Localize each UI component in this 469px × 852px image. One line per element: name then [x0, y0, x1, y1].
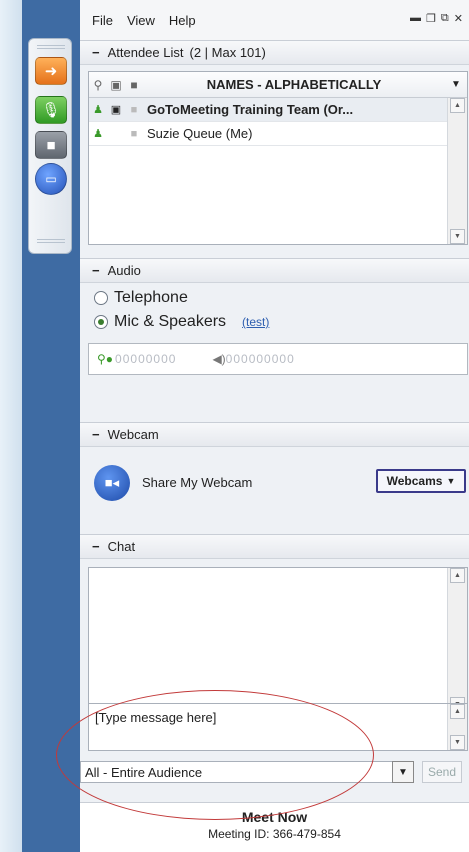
audio-levels: ⚲● 00000000 ◀) 000000000: [88, 343, 468, 375]
window-controls: ▬ ❐ ⧉ ✕: [410, 12, 463, 25]
meeting-id: Meeting ID: 366-479-854: [208, 827, 341, 841]
speaker-icon: ♟: [93, 128, 103, 140]
attendee-title: Attendee List: [107, 45, 184, 60]
grab-tab[interactable]: ➜ 🎙 ■ ▭: [28, 38, 72, 254]
scroll-up-icon[interactable]: ▲: [450, 568, 465, 583]
message-placeholder: [Type message here]: [95, 710, 217, 725]
webcams-label: Webcams: [386, 474, 443, 488]
names-sort-header[interactable]: NAMES - ALPHABETICALLY: [143, 77, 445, 92]
webcams-dropdown[interactable]: Webcams ▼: [376, 469, 466, 493]
attendee-columns: ⚲ ▣ ■ NAMES - ALPHABETICALLY ▼: [89, 72, 467, 98]
audio-title: Audio: [107, 263, 141, 278]
collapse-icon[interactable]: −: [92, 539, 100, 554]
webcam-title: Webcam: [107, 427, 159, 442]
attendee-list: ⚲ ▣ ■ NAMES - ALPHABETICALLY ▼ ♟ ▣ ■ GoT…: [88, 71, 468, 245]
attendee-name: GoToMeeting Training Team (Or...: [147, 102, 354, 117]
webcam-header[interactable]: − Webcam: [80, 423, 469, 447]
attendee-count: (2 | Max 101): [189, 45, 266, 60]
send-button[interactable]: Send: [422, 761, 462, 783]
telephone-radio[interactable]: [94, 291, 108, 305]
audience-select[interactable]: All - Entire Audience: [80, 761, 412, 783]
chat-section: − Chat ▲ ▼ [Type message here] ▲ ▼ All -…: [80, 534, 469, 800]
webcam-column-icon[interactable]: ■: [125, 78, 143, 92]
grip-bottom[interactable]: [37, 239, 65, 243]
telephone-label: Telephone: [114, 289, 188, 306]
audience-value: All - Entire Audience: [85, 765, 203, 780]
presenter-icon: ▣: [110, 104, 122, 116]
chat-log[interactable]: ▲ ▼: [88, 567, 468, 713]
chat-message-input[interactable]: [Type message here] ▲ ▼: [88, 703, 468, 751]
screen-icon: ▭: [45, 172, 57, 186]
arrow-right-icon: ➜: [44, 63, 58, 80]
attendee-name: Suzie Queue (Me): [147, 126, 253, 141]
speaker-level-icon: ◀): [212, 352, 226, 366]
control-panel-window: File View Help ▬ ❐ ⧉ ✕ − Attendee List (…: [80, 0, 469, 852]
attendee-header[interactable]: − Attendee List (2 | Max 101): [80, 41, 469, 65]
screen-share-button[interactable]: ▭: [35, 163, 67, 195]
table-row[interactable]: ♟ ■ Suzie Queue (Me): [89, 122, 467, 146]
scroll-down-icon[interactable]: ▼: [450, 735, 465, 750]
menu-bar: File View Help ▬ ❐ ⧉ ✕: [80, 0, 469, 40]
collapse-icon[interactable]: −: [92, 263, 100, 278]
speaker-meter: 000000000: [225, 352, 295, 366]
webcam-toggle-button[interactable]: ■: [35, 131, 67, 159]
message-scrollbar[interactable]: ▲ ▼: [447, 704, 467, 750]
audio-section: − Audio Telephone Mic & Speakers (test) …: [80, 258, 469, 422]
scroll-up-icon[interactable]: ▲: [450, 98, 465, 113]
scroll-down-icon[interactable]: ▼: [450, 229, 465, 244]
speaker-icon: ♟: [93, 104, 103, 116]
share-webcam-label[interactable]: Share My Webcam: [142, 475, 252, 490]
close-icon[interactable]: ✕: [454, 12, 463, 25]
attendee-section: − Attendee List (2 | Max 101) ⚲ ▣ ■ NAME…: [80, 40, 469, 246]
restore-icon[interactable]: ❐: [426, 12, 436, 25]
microphone-level-icon: ⚲●: [97, 352, 114, 366]
mic-meter: 00000000: [115, 352, 177, 366]
chevron-down-icon[interactable]: ▼: [445, 79, 467, 90]
mic-radio[interactable]: [94, 315, 108, 329]
show-hide-panel-button[interactable]: ➜: [35, 57, 67, 85]
telephone-option[interactable]: Telephone: [80, 289, 469, 307]
table-row[interactable]: ♟ ▣ ■ GoToMeeting Training Team (Or...: [89, 98, 467, 122]
audio-column-icon[interactable]: ⚲: [89, 78, 107, 92]
microphone-icon: 🎙: [41, 102, 61, 119]
webcam-icon: ■: [130, 127, 138, 140]
scroll-up-icon[interactable]: ▲: [450, 704, 465, 719]
desktop-background: [0, 0, 22, 852]
menu-help[interactable]: Help: [169, 13, 196, 28]
meet-now-footer: Meet Now Meeting ID: 366-479-854: [80, 802, 469, 852]
camera-icon: ■: [46, 136, 56, 154]
chat-scrollbar[interactable]: ▲ ▼: [447, 568, 467, 712]
attendee-scrollbar[interactable]: ▲ ▼: [447, 98, 467, 244]
meet-now-title: Meet Now: [241, 809, 308, 825]
collapse-icon[interactable]: −: [92, 45, 100, 60]
audio-header[interactable]: − Audio: [80, 259, 469, 283]
chat-header[interactable]: − Chat: [80, 535, 469, 559]
mic-option[interactable]: Mic & Speakers (test): [80, 313, 469, 331]
webcam-icon: ■: [130, 103, 138, 116]
grip[interactable]: [37, 45, 65, 49]
webcam-section: − Webcam ■◂ Share My Webcam Webcams ▼: [80, 422, 469, 520]
test-link[interactable]: (test): [242, 315, 269, 329]
mic-label: Mic & Speakers: [114, 313, 227, 330]
share-webcam-icon[interactable]: ■◂: [94, 465, 130, 501]
chevron-down-icon: ▼: [398, 766, 408, 778]
mute-button[interactable]: 🎙: [35, 96, 67, 124]
menu-file[interactable]: File: [92, 13, 113, 28]
presenter-column-icon[interactable]: ▣: [107, 78, 125, 92]
chevron-down-icon: ▼: [446, 476, 456, 486]
audience-dropdown-button[interactable]: ▼: [392, 761, 414, 783]
chat-title: Chat: [107, 539, 136, 554]
popout-icon[interactable]: ⧉: [441, 12, 449, 25]
collapse-icon[interactable]: −: [92, 427, 100, 442]
menu-view[interactable]: View: [127, 13, 155, 28]
minimize-icon[interactable]: ▬: [410, 12, 421, 25]
